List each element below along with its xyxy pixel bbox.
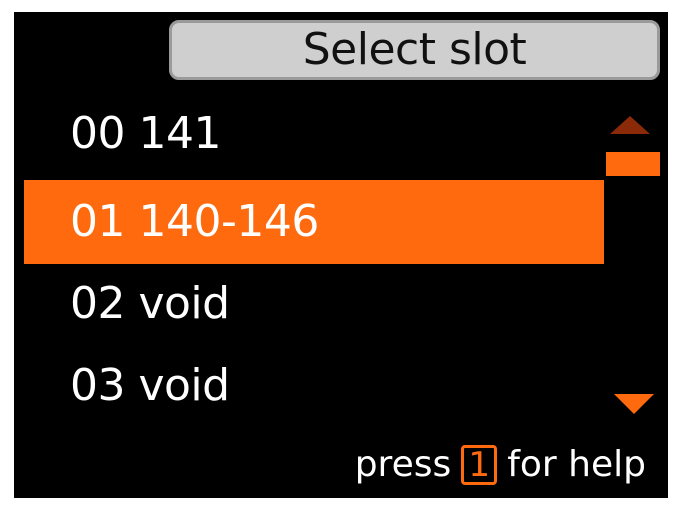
scrollbar-thumb[interactable] [606,152,660,176]
help-suffix: for help [507,444,646,485]
slot-label: 03 void [70,360,230,411]
help-prefix: press [354,444,452,485]
scroll-down-icon[interactable] [614,394,654,414]
slot-label: 01 140-146 [70,196,319,247]
help-key-badge: 1 [461,445,498,485]
slot-label: 00 141 [70,108,221,159]
page-title: Select slot [302,24,527,75]
slot-item-selected[interactable]: 01 140-146 [24,180,604,264]
title-bar: Select slot [169,20,660,80]
slot-item[interactable]: 02 void [24,262,604,346]
slot-label: 02 void [70,278,230,329]
device-screen: Select slot 00 141 01 140-146 02 void 03… [14,12,668,498]
help-hint: press 1 for help [355,440,646,490]
slot-item[interactable]: 03 void [24,344,604,428]
slot-item[interactable]: 00 141 [24,92,604,176]
scroll-up-icon[interactable] [610,116,650,134]
